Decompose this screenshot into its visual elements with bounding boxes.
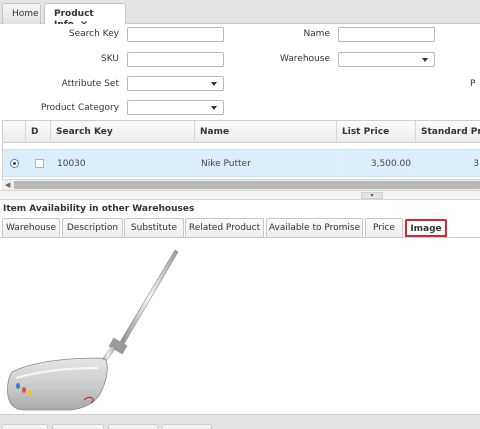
tab-available-to-promise[interactable]: Available to Promise	[266, 218, 363, 237]
detail-tab-bar: Warehouse Description Substitute Related…	[0, 218, 480, 238]
scroll-left-icon[interactable]: ◀	[5, 181, 10, 189]
tab-image[interactable]: Image	[405, 219, 447, 237]
window-tab-bar: Home Product Info×	[0, 0, 480, 30]
truncated-label: P	[470, 79, 476, 89]
cell-standard-price: 3	[416, 150, 480, 177]
select-column-header	[3, 121, 26, 143]
tab-description[interactable]: Description	[62, 218, 123, 237]
table-row[interactable]: 10030 Nike Putter 3,500.00 3	[3, 149, 480, 177]
search-form: Search Key Name SKU Warehouse Attribute …	[0, 24, 480, 120]
sku-input[interactable]	[127, 52, 224, 67]
warehouse-label: Warehouse	[279, 54, 330, 64]
name-label: Name	[303, 29, 330, 39]
column-header-d[interactable]: D	[26, 121, 51, 143]
attribute-set-label: Attribute Set	[61, 79, 119, 89]
cell-name: Nike Putter	[195, 150, 337, 177]
tab-related-product[interactable]: Related Product	[185, 218, 264, 237]
tab-price[interactable]: Price	[365, 218, 403, 237]
bottom-bar	[0, 414, 480, 429]
bottom-tab[interactable]	[162, 424, 212, 429]
row-radio[interactable]	[10, 159, 19, 168]
column-header-list-price[interactable]: List Price	[337, 121, 416, 143]
detail-panel-title: Item Availability in other Warehouses	[3, 204, 195, 214]
search-key-label: Search Key	[68, 29, 119, 39]
row-checkbox[interactable]	[35, 159, 44, 168]
warehouse-select[interactable]	[338, 52, 435, 67]
product-image-panel	[0, 240, 480, 414]
column-header-search-key[interactable]: Search Key	[51, 121, 195, 143]
sku-label: SKU	[101, 54, 119, 64]
cell-search-key: 10030	[51, 150, 195, 177]
name-input[interactable]	[338, 27, 435, 42]
putter-image	[7, 249, 179, 411]
horizontal-scrollbar[interactable]: ◀	[2, 179, 480, 190]
grid-header: D Search Key Name List Price Standard Pr…	[3, 121, 480, 143]
bottom-tab[interactable]	[108, 424, 158, 429]
tab-substitute[interactable]: Substitute	[124, 218, 184, 237]
tab-home-label: Home	[12, 9, 39, 19]
product-category-label: Product Category	[40, 103, 119, 113]
tab-product-info[interactable]: Product Info×	[44, 3, 126, 30]
tab-warehouse[interactable]: Warehouse	[2, 218, 60, 237]
panel-splitter[interactable]: ▾	[0, 190, 480, 200]
search-key-input[interactable]	[127, 27, 224, 42]
column-header-name[interactable]: Name	[195, 121, 337, 143]
product-category-select[interactable]	[127, 100, 224, 115]
scrollbar-thumb[interactable]	[14, 181, 480, 189]
bottom-tab[interactable]	[52, 424, 104, 429]
bottom-tab[interactable]	[2, 424, 48, 429]
cell-list-price: 3,500.00	[337, 150, 416, 177]
chevron-down-icon[interactable]: ▾	[361, 192, 383, 199]
attribute-set-select[interactable]	[127, 76, 224, 91]
tab-home[interactable]: Home	[2, 3, 41, 24]
column-header-standard-price[interactable]: Standard Price	[416, 121, 480, 143]
